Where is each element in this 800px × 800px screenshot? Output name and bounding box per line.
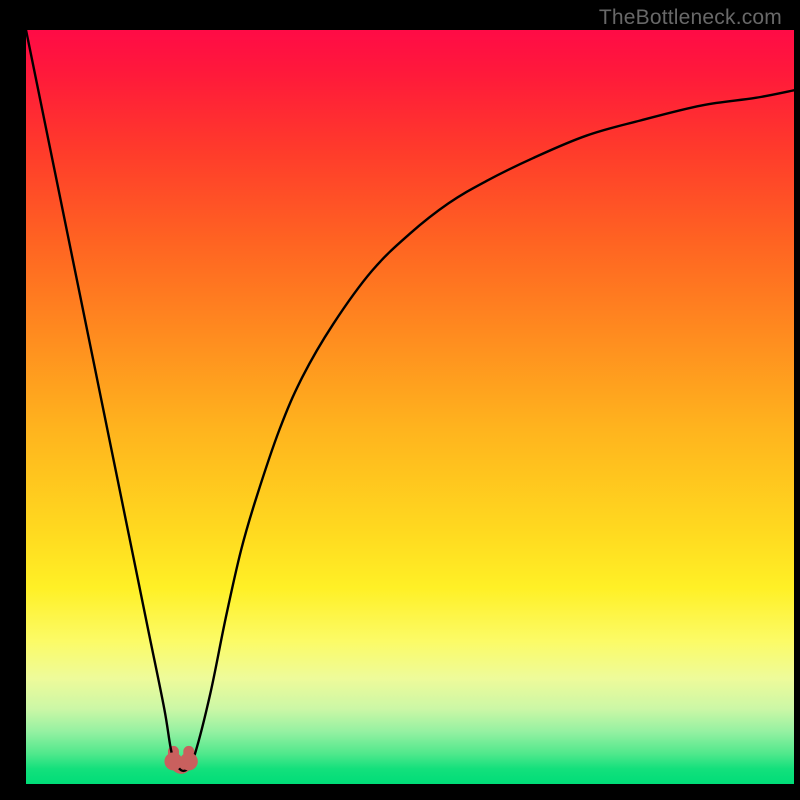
chart-svg — [26, 30, 794, 784]
minimum-marker-2 — [180, 752, 198, 770]
plot-area — [26, 30, 794, 784]
watermark-text: TheBottleneck.com — [599, 6, 782, 30]
chart-frame: TheBottleneck.com — [0, 0, 800, 800]
bottleneck-curve — [26, 30, 794, 771]
minimum-marker-1 — [164, 752, 182, 770]
